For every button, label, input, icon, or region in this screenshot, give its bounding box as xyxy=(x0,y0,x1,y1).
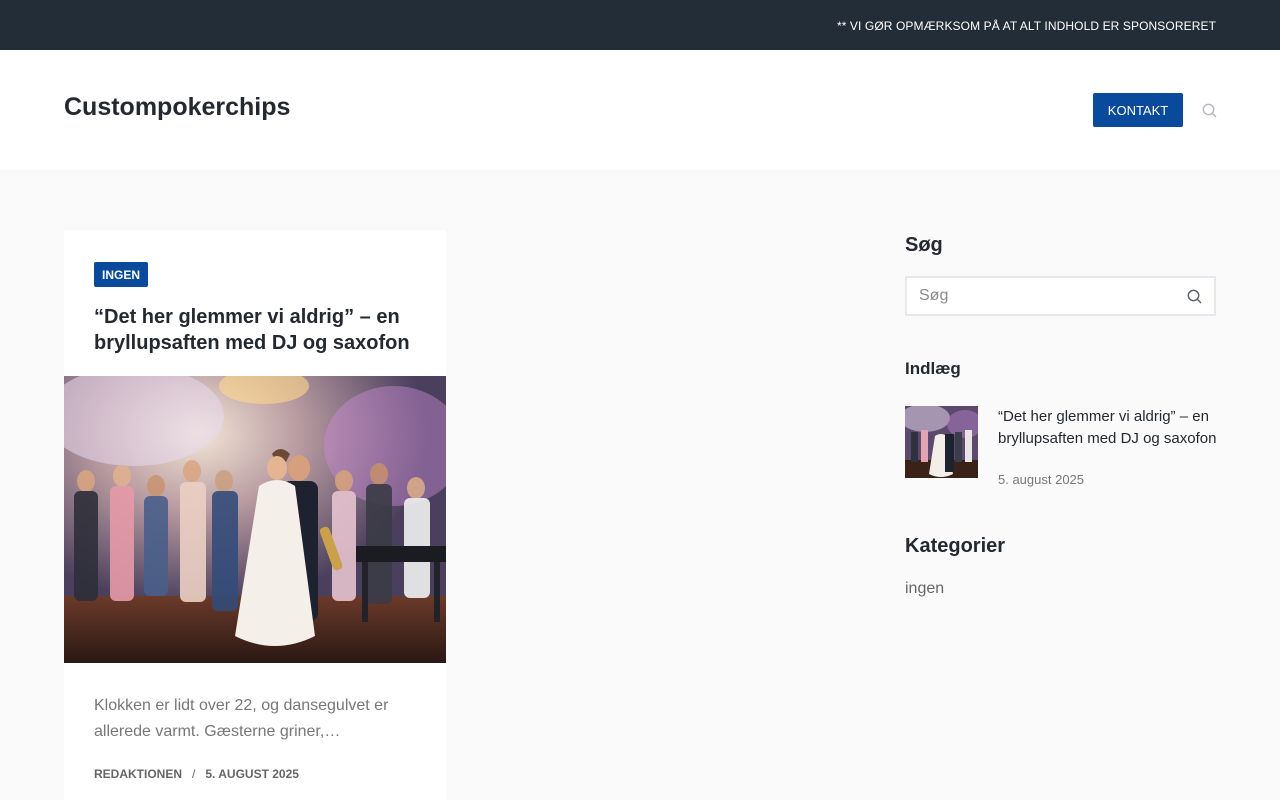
category-badge[interactable]: INGEN xyxy=(94,262,149,287)
sponsor-notice: ** VI GØR OPMÆRKSOM PÅ AT ALT INDHOLD ER… xyxy=(836,19,1216,33)
categories-widget-heading: Kategorier xyxy=(905,535,1006,557)
sidebar-search-input[interactable] xyxy=(907,278,1167,314)
search-icon[interactable] xyxy=(1187,289,1202,304)
recent-post-title[interactable]: “Det her glemmer vi aldrig” – en bryllup… xyxy=(998,406,1218,450)
site-header: Custompokerchips KONTAKT xyxy=(0,50,1280,170)
posts-widget-heading: Indlæg xyxy=(905,359,961,378)
sidebar-search-box xyxy=(905,276,1216,316)
article-date: 5. AUGUST 2025 xyxy=(205,767,299,781)
category-link-ingen[interactable]: ingen xyxy=(905,580,944,598)
search-icon[interactable] xyxy=(1202,103,1217,118)
contact-button[interactable]: KONTAKT xyxy=(1093,93,1183,127)
site-title[interactable]: Custompokerchips xyxy=(64,93,290,122)
article-image[interactable] xyxy=(64,376,446,663)
top-notice-bar: ** VI GØR OPMÆRKSOM PÅ AT ALT INDHOLD ER… xyxy=(0,0,1280,50)
article-excerpt: Klokken er lidt over 22, og dansegulvet … xyxy=(94,697,389,740)
article-card: INGEN “Det her glemmer vi aldrig” – en b… xyxy=(64,230,446,800)
article-author[interactable]: REDAKTIONEN xyxy=(94,767,182,781)
recent-post-thumbnail[interactable] xyxy=(905,406,978,478)
recent-post-date: 5. august 2025 xyxy=(998,472,1085,487)
meta-separator: / xyxy=(192,767,196,781)
article-title[interactable]: “Det her glemmer vi aldrig” – en bryllup… xyxy=(94,304,424,356)
search-widget-heading: Søg xyxy=(905,234,943,256)
article-meta: REDAKTIONEN / 5. AUGUST 2025 xyxy=(94,767,299,781)
